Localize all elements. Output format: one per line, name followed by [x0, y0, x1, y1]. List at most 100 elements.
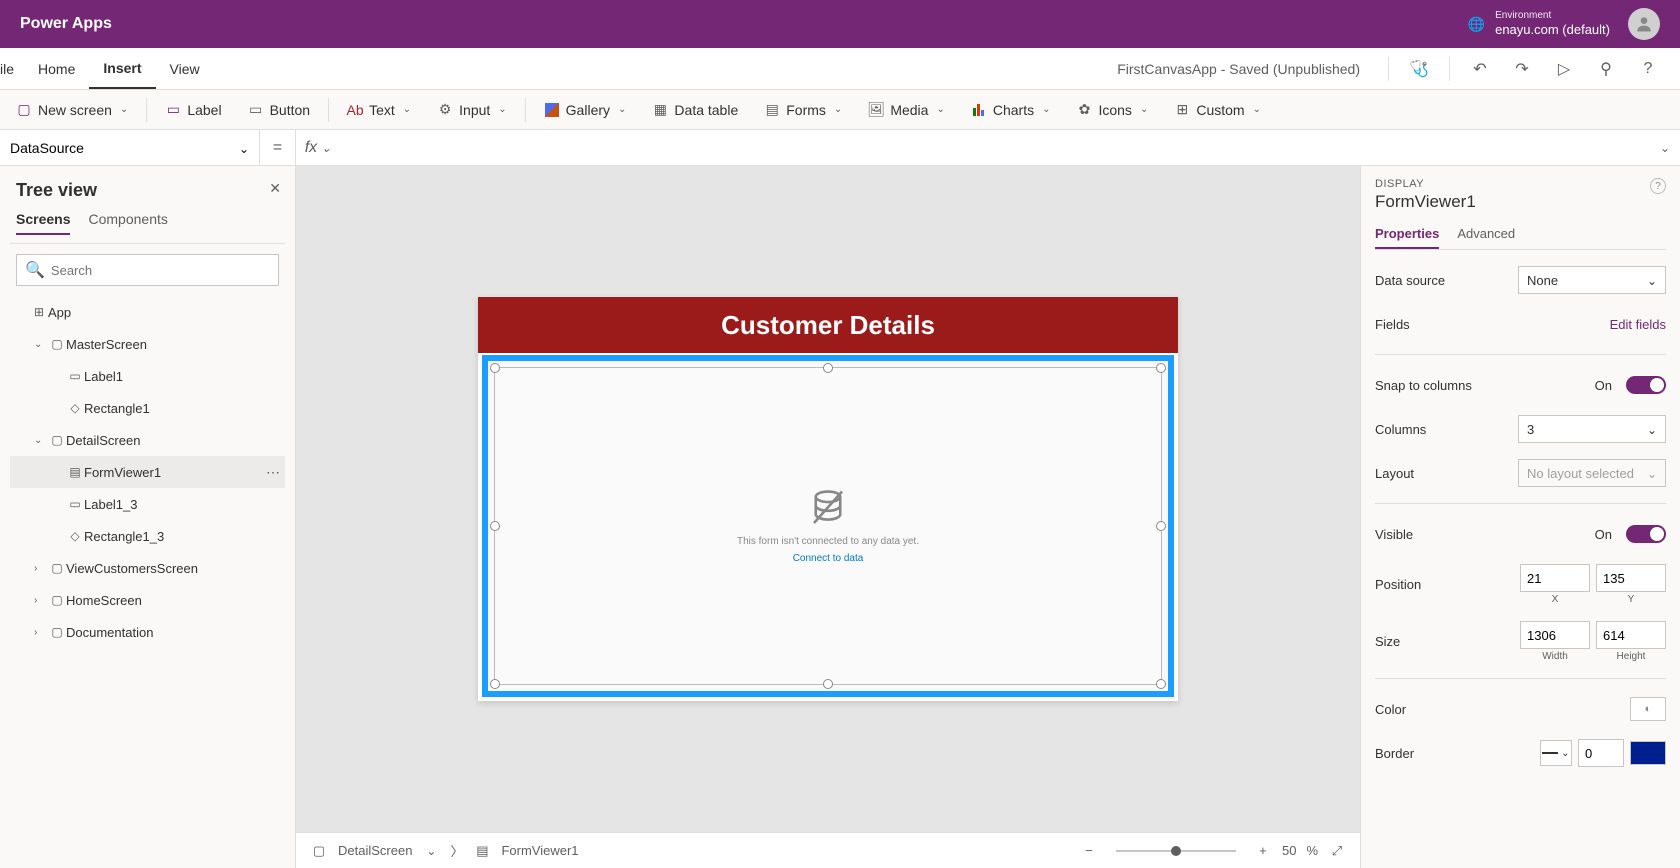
media-button[interactable]: 🖼Media⌄ — [858, 96, 955, 124]
prop-size-label: Size — [1375, 634, 1400, 649]
tree-item-viewcustomersscreen[interactable]: ›▢ViewCustomersScreen — [10, 552, 285, 584]
tree-item-masterscreen[interactable]: ⌄▢MasterScreen — [10, 328, 285, 360]
input-button[interactable]: ⚙Input⌄ — [427, 96, 517, 124]
breadcrumb-screen[interactable]: DetailScreen — [338, 843, 412, 858]
globe-icon[interactable]: 🌐 — [1468, 16, 1485, 33]
columns-select[interactable]: 3 — [1518, 415, 1666, 443]
chevron-down-icon — [1647, 273, 1657, 288]
tab-properties[interactable]: Properties — [1375, 226, 1439, 249]
visible-toggle[interactable] — [1626, 525, 1666, 543]
edit-fields-link[interactable]: Edit fields — [1610, 317, 1666, 332]
play-icon[interactable]: ▷ — [1552, 59, 1576, 79]
close-icon[interactable]: ✕ — [269, 180, 281, 197]
size-height-input[interactable] — [1596, 621, 1666, 649]
tree-item-rectangle1[interactable]: ◇Rectangle1 — [10, 392, 285, 424]
tree-item-label1-3[interactable]: ▭Label1_3 — [10, 488, 285, 520]
tree-item-homescreen[interactable]: ›▢HomeScreen — [10, 584, 285, 616]
props-help-icon[interactable]: ? — [1650, 178, 1666, 194]
form-empty-message: This form isn't connected to any data ye… — [737, 536, 919, 547]
breadcrumb-bar: ▢ DetailScreen 〉 ▤ FormViewer1 − + 50 % … — [296, 832, 1360, 868]
data-table-button[interactable]: ▦Data table — [642, 96, 748, 124]
tab-components[interactable]: Components — [88, 211, 167, 235]
form-viewer-body: This form isn't connected to any data ye… — [494, 367, 1162, 685]
button-button[interactable]: ▭Button — [238, 96, 320, 124]
resize-handle[interactable] — [1156, 363, 1166, 373]
menu-home[interactable]: Home — [24, 48, 89, 89]
text-button[interactable]: AbText⌄ — [337, 96, 421, 124]
form-viewer-selection[interactable]: This form isn't connected to any data ye… — [482, 355, 1174, 697]
form-icon: ▤ — [473, 843, 491, 859]
border-style-select[interactable]: ⌄ — [1540, 740, 1572, 766]
menu-insert[interactable]: Insert — [89, 48, 155, 89]
tree-search[interactable]: 🔍 — [16, 254, 279, 286]
custom-button[interactable]: ⊞Custom⌄ — [1164, 96, 1271, 124]
canvas-stage[interactable]: Customer Details This form isn't connect… — [296, 166, 1360, 832]
resize-handle[interactable] — [823, 363, 833, 373]
fit-screen-icon[interactable]: ⤢ — [1328, 843, 1346, 859]
tab-advanced[interactable]: Advanced — [1457, 226, 1515, 249]
formula-bar: DataSource = fx — [0, 130, 1680, 166]
tree-view-panel: Tree view ✕ Screens Components 🔍 ⊞App ⌄▢… — [0, 166, 296, 868]
app-checker-icon[interactable]: 🩺 — [1407, 59, 1431, 79]
user-avatar[interactable] — [1628, 8, 1660, 40]
resize-handle[interactable] — [1156, 521, 1166, 531]
share-icon[interactable]: ⚲ — [1594, 59, 1618, 79]
resize-handle[interactable] — [1156, 679, 1166, 689]
tree-item-formviewer1[interactable]: ▤FormViewer1⋯ — [10, 456, 285, 488]
resize-handle[interactable] — [490, 521, 500, 531]
prop-position-label: Position — [1375, 577, 1421, 592]
formula-input[interactable] — [340, 130, 1650, 165]
connect-to-data-link[interactable]: Connect to data — [793, 553, 864, 564]
prop-visible-label: Visible — [1375, 527, 1413, 542]
resize-handle[interactable] — [823, 679, 833, 689]
person-icon — [1634, 14, 1654, 34]
layout-select[interactable]: No layout selected — [1518, 459, 1666, 487]
prop-border-label: Border — [1375, 746, 1414, 761]
environment-picker[interactable]: Environment enayu.com (default) — [1495, 10, 1610, 38]
undo-icon[interactable]: ↶ — [1468, 59, 1492, 79]
snap-toggle[interactable] — [1626, 376, 1666, 394]
icons-button[interactable]: ✿Icons⌄ — [1066, 96, 1158, 124]
visible-toggle-state: On — [1595, 527, 1612, 542]
position-x-input[interactable] — [1520, 564, 1590, 592]
resize-handle[interactable] — [490, 363, 500, 373]
tree-item-label1[interactable]: ▭Label1 — [10, 360, 285, 392]
zoom-out-icon[interactable]: − — [1080, 843, 1098, 858]
new-screen-button[interactable]: ▢New screen⌄ — [6, 96, 138, 124]
gallery-button[interactable]: Gallery⌄ — [534, 96, 637, 124]
tree-item-app[interactable]: ⊞App — [10, 296, 285, 328]
tree-item-documentation[interactable]: ›▢Documentation — [10, 616, 285, 648]
environment-value: enayu.com (default) — [1495, 22, 1610, 38]
zoom-in-icon[interactable]: + — [1254, 843, 1272, 858]
redo-icon[interactable]: ↷ — [1510, 59, 1534, 79]
tree-item-detailscreen[interactable]: ⌄▢DetailScreen — [10, 424, 285, 456]
charts-button[interactable]: Charts⌄ — [961, 96, 1061, 124]
formula-expand-icon[interactable] — [1650, 141, 1680, 155]
fx-label[interactable]: fx — [296, 130, 340, 165]
tab-screens[interactable]: Screens — [16, 211, 70, 235]
label-button[interactable]: ▭Label — [155, 96, 231, 124]
color-picker[interactable]: ◐ — [1630, 697, 1666, 721]
border-color-picker[interactable] — [1630, 741, 1666, 765]
chevron-down-icon — [321, 139, 331, 157]
prop-fields-label: Fields — [1375, 317, 1410, 332]
zoom-slider[interactable] — [1116, 850, 1236, 852]
tree-search-input[interactable] — [51, 263, 270, 278]
border-width-input[interactable] — [1578, 739, 1624, 767]
tree-item-rectangle1-3[interactable]: ◇Rectangle1_3 — [10, 520, 285, 552]
menu-view[interactable]: View — [156, 48, 214, 89]
property-selector[interactable]: DataSource — [0, 130, 260, 165]
position-y-input[interactable] — [1596, 564, 1666, 592]
data-source-select[interactable]: None — [1518, 266, 1666, 294]
help-icon[interactable]: ? — [1636, 60, 1660, 78]
resize-handle[interactable] — [490, 679, 500, 689]
chevron-down-icon[interactable] — [422, 843, 440, 858]
forms-button[interactable]: ▤Forms⌄ — [754, 96, 852, 124]
menu-file[interactable]: ile — [0, 48, 24, 89]
screen-preview[interactable]: Customer Details This form isn't connect… — [478, 297, 1178, 701]
equals-label: = — [260, 130, 296, 165]
screen-icon: ▢ — [310, 843, 328, 859]
breadcrumb-element[interactable]: FormViewer1 — [501, 843, 578, 858]
prop-data-source-label: Data source — [1375, 273, 1445, 288]
size-width-input[interactable] — [1520, 621, 1590, 649]
